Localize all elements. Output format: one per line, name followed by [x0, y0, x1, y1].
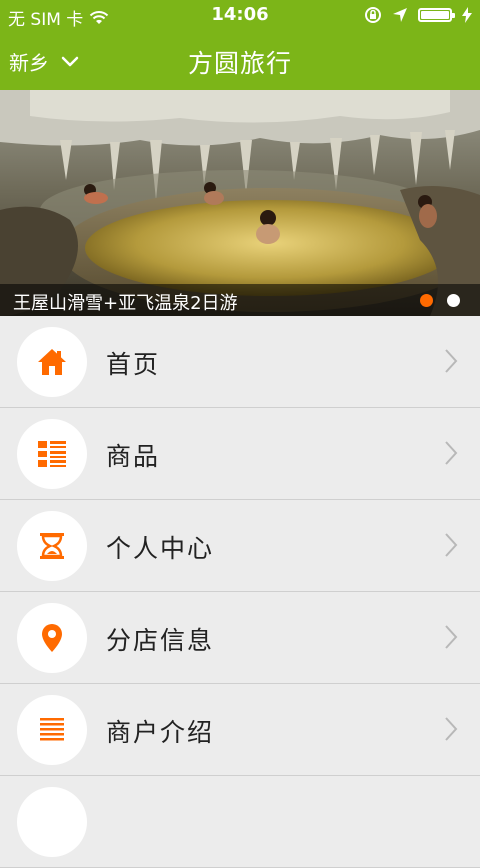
menu-icon-circle: [17, 419, 87, 489]
banner-carousel[interactable]: 王屋山滑雪+亚飞温泉2日游: [0, 90, 480, 316]
battery-icon: [418, 8, 455, 22]
menu-icon-circle: [17, 603, 87, 673]
menu-icon-circle: [17, 695, 87, 765]
menu-item-branch-info[interactable]: 分店信息: [0, 592, 480, 684]
rotation-lock-icon: [365, 7, 381, 23]
charging-icon: [462, 7, 472, 23]
menu-icon-circle: [17, 511, 87, 581]
nav-bar: 新乡 方圆旅行: [0, 30, 480, 90]
carousel-dot-active[interactable]: [420, 294, 433, 307]
banner-caption: 王屋山滑雪+亚飞温泉2日游: [0, 284, 480, 316]
location-arrow-icon: [393, 8, 407, 22]
menu-label: 商品: [106, 442, 161, 471]
carousel-dot[interactable]: [447, 294, 460, 307]
carousel-dots: [420, 294, 460, 307]
menu-item-personal-center[interactable]: 个人中心: [0, 500, 480, 592]
page-title: 方圆旅行: [187, 49, 292, 78]
chevron-right-icon: [445, 533, 458, 557]
menu-label: 首页: [106, 350, 161, 379]
menu-icon-circle: [17, 787, 87, 857]
menu-item-products[interactable]: 商品: [0, 408, 480, 500]
chevron-right-icon: [445, 625, 458, 649]
main-menu: 首页 商品 个人中心 分店信息 商户介绍: [0, 316, 480, 868]
menu-item-merchant-intro[interactable]: 商户介绍: [0, 684, 480, 776]
status-bar: 无 SIM 卡 14:06: [0, 0, 480, 30]
battery-fill: [421, 11, 449, 19]
banner-caption-text: 王屋山滑雪+亚飞温泉2日游: [13, 293, 238, 314]
chevron-right-icon: [445, 349, 458, 373]
menu-label: 个人中心: [106, 534, 215, 563]
menu-label: 分店信息: [106, 626, 215, 655]
chevron-right-icon: [445, 441, 458, 465]
menu-item-partial[interactable]: [0, 776, 480, 868]
list-grid-icon: [38, 441, 66, 467]
location-pin-icon: [42, 624, 62, 652]
hourglass-icon: [40, 533, 64, 559]
menu-label: 商户介绍: [106, 718, 215, 747]
home-icon: [38, 349, 66, 375]
menu-item-home[interactable]: 首页: [0, 316, 480, 408]
lines-icon: [40, 718, 64, 741]
status-right: [364, 6, 472, 24]
menu-icon-circle: [17, 327, 87, 397]
chevron-right-icon: [445, 717, 458, 741]
banner-image: [0, 90, 480, 316]
